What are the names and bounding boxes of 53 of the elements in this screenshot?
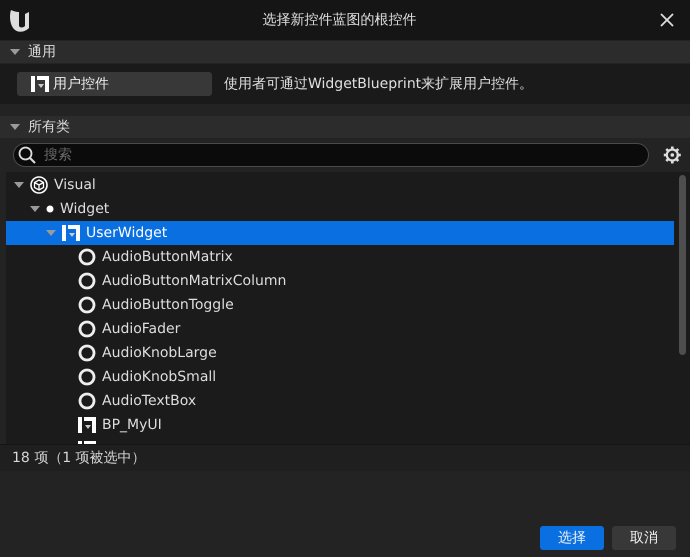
item-label: AudioTextBox (102, 393, 196, 409)
tree-item[interactable]: UserWidget (6, 221, 674, 245)
cube-icon (30, 176, 48, 194)
tree-item[interactable]: AudioTextBox (6, 389, 674, 413)
item-label: AudioButtonToggle (102, 297, 234, 313)
dot-icon (46, 205, 54, 213)
item-label: Widget (60, 201, 110, 217)
tree-item[interactable]: AudioFader (6, 317, 674, 341)
tree-item[interactable]: Visual (6, 173, 674, 197)
scrollbar-thumb[interactable] (678, 175, 686, 355)
ring-icon (78, 248, 96, 266)
item-label: UserWidget (86, 225, 168, 241)
tree-item[interactable]: AudioButtonMatrix (6, 245, 674, 269)
search-icon (18, 146, 36, 164)
item-label: BP_MyUI (102, 417, 162, 433)
ring-icon (78, 368, 96, 386)
description-text: 使用者可通过WidgetBlueprint来扩展用户控件。 (224, 75, 534, 93)
tree-item[interactable]: AudioKnobLarge (6, 341, 674, 365)
item-label: AudioFader (102, 321, 180, 337)
item-label: AudioButtonMatrix (102, 249, 233, 265)
item-label: AudioButtonMatrixColumn (102, 273, 286, 289)
item-label: AudioKnobLarge (102, 345, 217, 361)
caret-icon[interactable] (14, 181, 24, 189)
ring-icon (78, 320, 96, 338)
ring-icon (78, 392, 96, 410)
tree-item[interactable]: AudioButtonMatrixColumn (6, 269, 674, 293)
blueprint-icon (31, 76, 49, 92)
section-header[interactable]: 通用 (0, 41, 690, 63)
user-widget-button[interactable]: 用户控件 (17, 72, 212, 96)
cancel-button[interactable]: 取消 (612, 526, 676, 550)
section-title: 所有类 (28, 118, 70, 136)
ring-icon (78, 344, 96, 362)
item-label: AudioKnobSmall (102, 369, 216, 385)
window-title: 选择新控件蓝图的根控件 (262, 11, 418, 29)
tree-item[interactable]: AudioKnobSmall (6, 365, 674, 389)
status-text: 18 项（1 项被选中） (0, 444, 690, 471)
tree-item[interactable]: Widget (6, 197, 674, 221)
item-label: Visual (54, 177, 96, 193)
section-title: 通用 (28, 43, 56, 61)
ring-icon (78, 272, 96, 290)
caret-icon[interactable] (10, 123, 20, 131)
settings-icon[interactable] (663, 146, 682, 164)
caret-icon[interactable] (10, 48, 20, 56)
blueprint-icon (78, 417, 96, 433)
caret-icon[interactable] (30, 205, 40, 213)
tree-item[interactable]: BP_MyUI (6, 413, 674, 437)
section-header[interactable]: 所有类 (0, 116, 690, 138)
close-icon (660, 13, 674, 27)
select-button[interactable]: 选择 (540, 526, 604, 550)
blueprint-icon (62, 225, 80, 241)
ring-icon (78, 296, 96, 314)
tree-item[interactable]: AudioButtonToggle (6, 293, 674, 317)
search-field[interactable]: 搜索 (13, 143, 649, 167)
